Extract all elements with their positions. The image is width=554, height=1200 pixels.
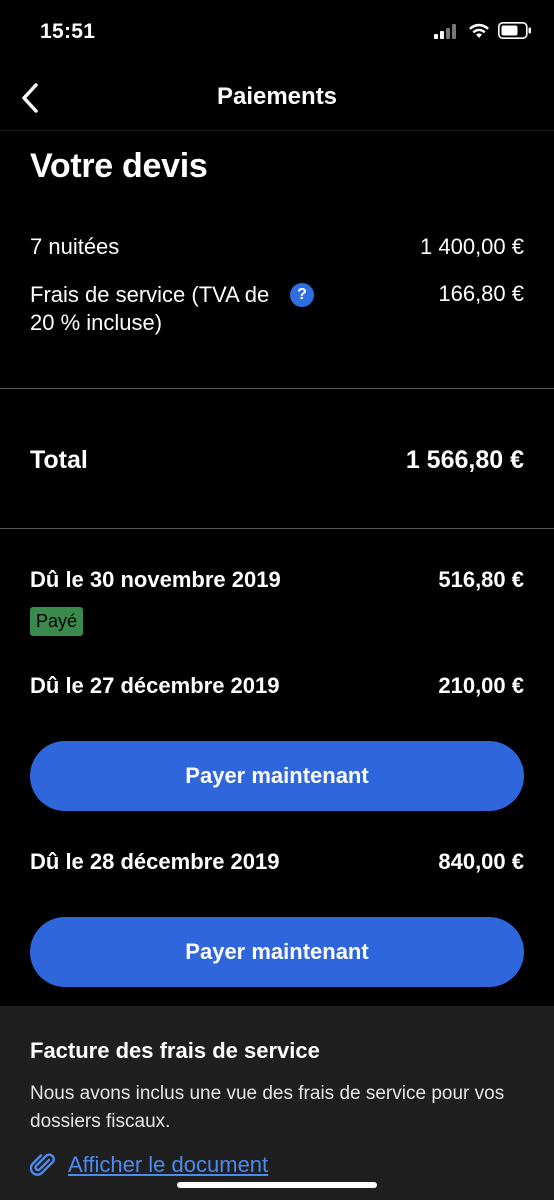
home-indicator [177,1182,377,1188]
total-amount: 1 566,80 € [405,446,524,474]
pay-now-button[interactable]: Payer maintenant [30,917,524,987]
fees-amount: 166,80 € [438,281,524,306]
status-bar: 15:51 [0,0,554,66]
divider [0,388,554,389]
payment-due-label: Dû le 28 décembre 2019 [30,849,280,874]
paid-badge: Payé [30,607,84,636]
signal-icon [434,23,456,39]
pay-now-button[interactable]: Payer maintenant [30,741,524,811]
fees-label: Frais de service (TVA de 20 % incluse) [30,282,270,335]
invoice-panel: Facture des frais de service Nous avons … [0,1006,554,1200]
wifi-icon [469,23,489,38]
payment-amount: 840,00 € [438,849,524,874]
nights-label: 7 nuitées [30,234,120,259]
total-label: Total [30,446,88,474]
fees-row: Frais de service (TVA de 20 % incluse) ?… [30,281,524,341]
payment-amount: 210,00 € [438,673,524,698]
nav-bar: Paiements [0,66,554,131]
invoice-title: Facture des frais de service [30,1038,320,1063]
status-icons [434,22,532,39]
help-icon[interactable]: ? [290,283,314,307]
payment-due-label: Dû le 27 décembre 2019 [30,673,280,698]
nights-amount: 1 400,00 € [420,234,524,259]
divider [0,528,554,529]
paperclip-icon [30,1153,55,1176]
status-time: 15:51 [40,20,96,43]
payment-amount: 516,80 € [438,567,524,592]
payment-due-label: Dû le 30 novembre 2019 [30,567,281,592]
invoice-description: Nous avons inclus une vue des frais de s… [30,1083,505,1132]
view-document-link-text[interactable]: Afficher le document [68,1152,268,1178]
page-title: Paiements [216,83,338,110]
quote-title: Votre devis [30,147,208,185]
battery-icon [498,22,531,39]
view-document-link[interactable]: Afficher le document [30,1152,268,1178]
